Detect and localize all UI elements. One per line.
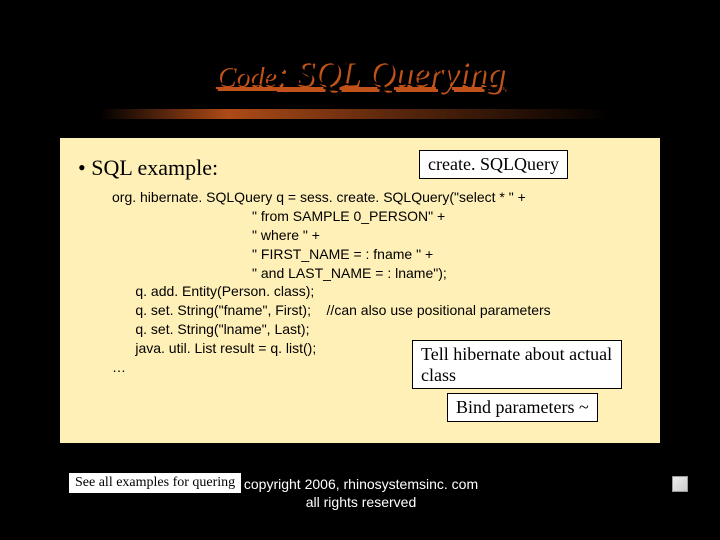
slide-mode-icon[interactable] — [672, 476, 688, 492]
title-word-code: Code — [216, 61, 275, 92]
callout-create-sqlquery: create. SQLQuery — [419, 150, 568, 179]
bullet-sql-example: SQL example: — [78, 155, 218, 181]
copyright-text: copyright 2006, rhinosystemsinc. com all… — [236, 476, 486, 511]
slide-title: Code: SQL Querying — [0, 0, 720, 94]
see-all-examples-button[interactable]: See all examples for quering — [68, 472, 242, 494]
callout-tell-hibernate: Tell hibernate about actual class — [412, 340, 622, 389]
title-underline-accent — [100, 109, 610, 119]
title-rest: : SQL Querying — [275, 53, 504, 93]
callout-bind-parameters: Bind parameters ~ — [447, 393, 598, 422]
